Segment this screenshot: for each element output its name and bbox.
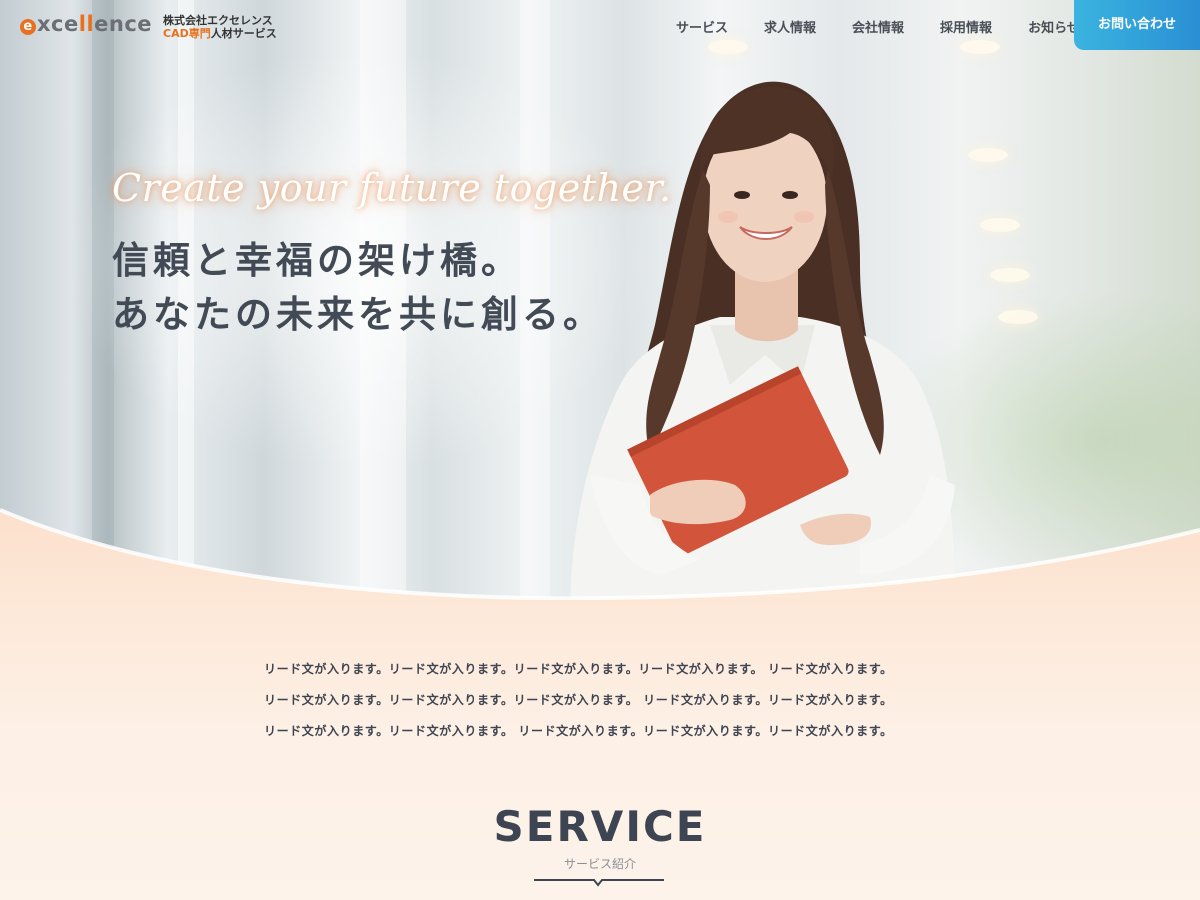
logo-text: xce [37,12,79,36]
section-divider-icon [534,879,664,887]
nav-item-recruit[interactable]: 採用情報 [940,17,992,36]
lead-line: リード文が入ります。リード文が入ります。リード文が入ります。 リード文が入ります… [264,693,893,707]
logo-text-accent: ll [78,12,95,36]
company-tagline-highlight: CAD専門 [163,27,211,40]
logo-text: ence [94,12,153,36]
nav-item-jobs[interactable]: 求人情報 [764,17,816,36]
service-section-subtitle: サービス紹介 [563,857,636,871]
company-tagline: CAD専門人材サービス [163,27,277,40]
nav-item-company[interactable]: 会社情報 [852,17,904,36]
hero-curve-divider [0,508,1200,610]
ceiling-light [980,218,1020,232]
company-tagline-rest: 人材サービス [210,27,277,40]
contact-button[interactable]: お問い合わせ [1074,0,1200,50]
lead-line: リード文が入ります。リード文が入ります。 リード文が入ります。リード文が入ります… [264,724,893,738]
site-header: e xcellence 株式会社エクセレンス CAD専門人材サービス サービス 求… [0,0,1200,52]
hero-tagline: Create your future together. [112,166,672,210]
ceiling-light [990,268,1030,282]
global-nav: サービス 求人情報 会社情報 採用情報 お知らせ [676,17,1116,36]
nav-item-service[interactable]: サービス [676,17,728,36]
lead-line: リード文が入ります。リード文が入ります。リード文が入ります。リード文が入ります。… [264,662,893,676]
logo-e-icon: e [20,19,36,35]
service-section-title: SERVICE [493,802,707,851]
brand-logo[interactable]: e xcellence [20,12,152,36]
nav-item-news[interactable]: お知らせ [1028,17,1080,36]
hero-headline-line: 信頼と幸福の架け橋。 [112,239,522,282]
ceiling-light [998,310,1038,324]
lead-text-block: リード文が入ります。リード文が入ります。リード文が入ります。リード文が入ります。… [264,654,964,747]
hero-headline: 信頼と幸福の架け橋。 あなたの未来を共に創る。 [112,234,604,342]
company-info: 株式会社エクセレンス CAD専門人材サービス [163,14,277,40]
company-name: 株式会社エクセレンス [163,14,273,27]
hero-headline-line: あなたの未来を共に創る。 [112,293,604,336]
